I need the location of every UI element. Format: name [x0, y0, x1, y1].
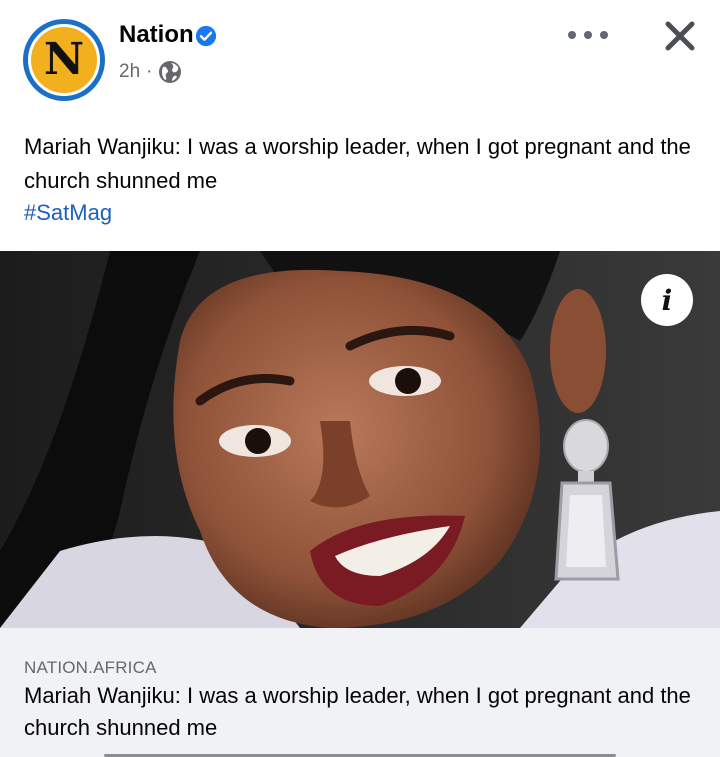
post-caption: Mariah Wanjiku: I was a worship leader, … [24, 134, 691, 193]
globe-icon [159, 61, 182, 83]
avatar-letter: N [43, 34, 85, 85]
link-preview-card[interactable]: NATION.AFRICA Mariah Wanjiku: I was a wo… [0, 628, 720, 757]
page-name[interactable]: Nation [119, 21, 194, 49]
close-icon[interactable] [660, 16, 700, 56]
link-domain: NATION.AFRICA [24, 658, 157, 677]
meta-separator: · [146, 61, 153, 82]
hashtag-link[interactable]: #SatMag [24, 200, 112, 226]
page-avatar[interactable]: N [23, 19, 105, 101]
more-dot [584, 31, 592, 39]
link-title: Mariah Wanjiku: I was a worship leader, … [24, 683, 691, 740]
verified-badge-icon [195, 25, 217, 47]
avatar-logo: N [28, 24, 100, 96]
more-dot [600, 31, 608, 39]
post-time[interactable]: 2h [119, 61, 140, 83]
info-icon: i [661, 283, 673, 317]
info-button[interactable]: i [641, 274, 693, 326]
post-header: N Nation 2h · [0, 0, 720, 110]
post-photo[interactable] [0, 251, 720, 628]
more-options-icon[interactable] [568, 24, 608, 46]
portrait-image [0, 251, 720, 628]
post-meta: 2h · [119, 60, 182, 84]
more-dot [568, 31, 576, 39]
